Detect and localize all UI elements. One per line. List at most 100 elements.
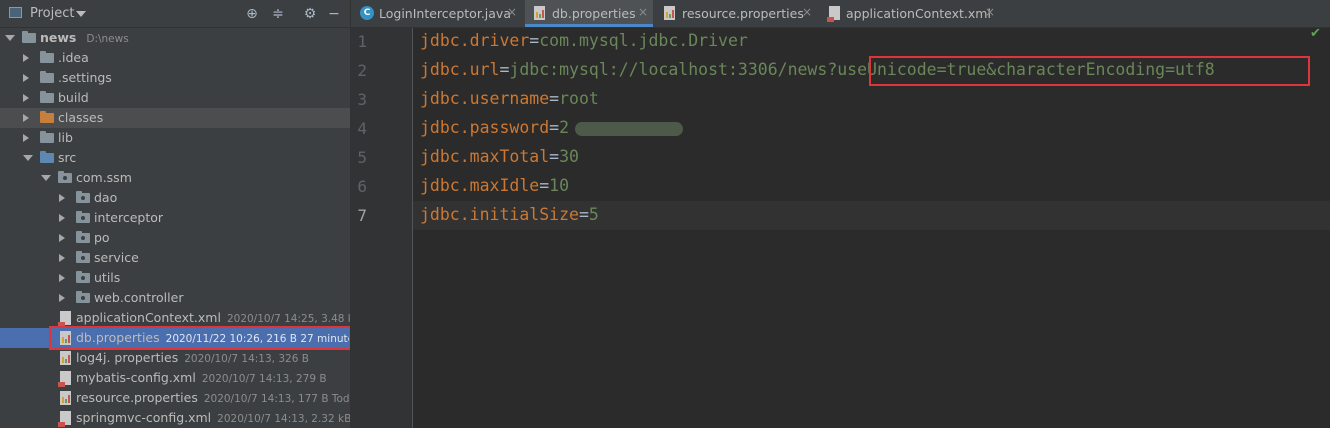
equals-sign: = bbox=[529, 31, 540, 50]
gear-icon[interactable]: ⚙ bbox=[302, 6, 318, 22]
inspection-ok-icon[interactable]: ✔ bbox=[1310, 26, 1321, 41]
tree-item-label: .settings bbox=[58, 70, 112, 85]
property-key: jdbc.maxIdle bbox=[420, 176, 540, 195]
equals-sign: = bbox=[539, 176, 550, 195]
property-key: jdbc.username bbox=[420, 89, 550, 108]
package-icon bbox=[76, 231, 90, 243]
tree-item-springmvc-config-xml[interactable]: springmvc-config.xml 2020/10/7 14:13, 2.3… bbox=[0, 408, 350, 428]
tree-item-label: com.ssm bbox=[76, 170, 132, 185]
code-line[interactable]: jdbc.maxIdle=10 bbox=[420, 176, 569, 195]
line-number: 4 bbox=[357, 119, 367, 138]
tree-item-label: build bbox=[58, 90, 89, 105]
chevron-right-icon[interactable] bbox=[23, 94, 29, 102]
chevron-right-icon[interactable] bbox=[23, 114, 29, 122]
hide-panel-icon[interactable]: − bbox=[326, 6, 342, 22]
tree-item-applicationcontext-xml[interactable]: applicationContext.xml 2020/10/7 14:25, 3… bbox=[0, 308, 350, 328]
tree-item-po[interactable]: po bbox=[0, 228, 350, 248]
locate-target-icon[interactable]: ⊕ bbox=[244, 6, 260, 22]
tree-item-src[interactable]: src bbox=[0, 148, 350, 168]
property-key: jdbc.url bbox=[420, 60, 500, 79]
chevron-down-icon[interactable] bbox=[76, 11, 86, 17]
collapse-all-icon[interactable]: ≑ bbox=[270, 6, 286, 22]
code-line[interactable]: jdbc.username=root bbox=[420, 89, 599, 108]
module-folder-icon bbox=[22, 31, 36, 43]
chevron-down-icon[interactable] bbox=[41, 175, 51, 181]
tree-item-settings[interactable]: .settings bbox=[0, 68, 350, 88]
line-number: 5 bbox=[357, 148, 367, 167]
code-line[interactable]: jdbc.maxTotal=30 bbox=[420, 147, 579, 166]
close-icon[interactable]: × bbox=[638, 5, 648, 19]
tab-label: applicationContext.xml bbox=[846, 6, 991, 21]
tab-db-properties[interactable]: db.properties × bbox=[525, 0, 653, 27]
tree-item-label: lib bbox=[58, 130, 73, 145]
project-window-icon bbox=[9, 7, 22, 18]
tree-item-idea[interactable]: .idea bbox=[0, 48, 350, 68]
xml-file-icon bbox=[827, 6, 840, 22]
property-key: jdbc.password bbox=[420, 118, 550, 137]
tree-item-com-ssm[interactable]: com.ssm bbox=[0, 168, 350, 188]
properties-file-icon bbox=[60, 391, 71, 405]
tree-item-utils[interactable]: utils bbox=[0, 268, 350, 288]
chevron-right-icon[interactable] bbox=[59, 214, 65, 222]
tree-item-label: interceptor bbox=[94, 210, 164, 225]
tree-item-label: dao bbox=[94, 190, 118, 205]
chevron-right-icon[interactable] bbox=[59, 254, 65, 262]
chevron-right-icon[interactable] bbox=[59, 274, 65, 282]
file-meta: 2020/10/7 14:13, 326 B bbox=[184, 353, 309, 365]
tree-item-lib[interactable]: lib bbox=[0, 128, 350, 148]
tree-item-interceptor[interactable]: interceptor bbox=[0, 208, 350, 228]
chevron-right-icon[interactable] bbox=[59, 234, 65, 242]
module-path: D:\news bbox=[86, 33, 129, 45]
line-number-current: 7 bbox=[357, 206, 367, 225]
property-key: jdbc.maxTotal bbox=[420, 147, 550, 166]
close-icon[interactable]: × bbox=[985, 5, 995, 19]
close-icon[interactable]: × bbox=[802, 5, 812, 19]
equals-sign: = bbox=[578, 205, 589, 224]
close-icon[interactable]: × bbox=[507, 5, 517, 19]
package-icon bbox=[76, 191, 90, 203]
tree-item-dao[interactable]: dao bbox=[0, 188, 350, 208]
property-value: 10 bbox=[549, 176, 570, 195]
chevron-down-icon[interactable] bbox=[5, 35, 15, 41]
chevron-right-icon[interactable] bbox=[23, 74, 29, 82]
redacted-password bbox=[575, 121, 684, 136]
chevron-right-icon[interactable] bbox=[59, 294, 65, 302]
property-value: 5 bbox=[588, 205, 599, 224]
tree-item-label: log4j. properties bbox=[76, 350, 179, 365]
tree-item-label: src bbox=[58, 150, 77, 165]
tree-item-log4j-properties[interactable]: log4j. properties 2020/10/7 14:13, 326 B bbox=[0, 348, 350, 368]
package-icon bbox=[76, 211, 90, 223]
chevron-down-icon[interactable] bbox=[23, 155, 33, 161]
tree-item-service[interactable]: service bbox=[0, 248, 350, 268]
properties-file-icon bbox=[534, 6, 545, 20]
tab-login-interceptor[interactable]: C LoginInterceptor.java × bbox=[351, 0, 523, 27]
project-panel-title[interactable]: Project bbox=[30, 6, 74, 21]
tree-item-resource-properties[interactable]: resource.properties 2020/10/7 14:13, 177 … bbox=[0, 388, 350, 408]
tree-item-label: po bbox=[94, 230, 110, 245]
tree-item-classes[interactable]: classes bbox=[0, 108, 350, 128]
tab-resource-properties[interactable]: resource.properties × bbox=[655, 0, 817, 27]
excluded-folder-icon bbox=[40, 111, 54, 123]
line-number: 2 bbox=[357, 61, 367, 80]
equals-sign: = bbox=[549, 89, 560, 108]
package-icon bbox=[76, 251, 90, 263]
tree-item-build[interactable]: build bbox=[0, 88, 350, 108]
property-value: root bbox=[559, 89, 599, 108]
tab-application-context-xml[interactable]: applicationContext.xml × bbox=[819, 0, 999, 27]
code-line[interactable]: jdbc.password=2 bbox=[420, 118, 684, 137]
package-icon bbox=[76, 291, 90, 303]
tree-item-news[interactable]: news D:\news bbox=[0, 28, 350, 48]
code-line[interactable]: jdbc.driver=com.mysql.jdbc.Driver bbox=[420, 31, 748, 50]
tree-item-web-controller[interactable]: web.controller bbox=[0, 288, 350, 308]
tree-item-label: news bbox=[40, 30, 77, 45]
tab-label: resource.properties bbox=[682, 6, 804, 21]
tree-item-label: resource.properties bbox=[76, 390, 198, 405]
chevron-right-icon[interactable] bbox=[23, 134, 29, 142]
chevron-right-icon[interactable] bbox=[23, 54, 29, 62]
tree-item-mybatis-config-xml[interactable]: mybatis-config.xml 2020/10/7 14:13, 279 B bbox=[0, 368, 350, 388]
highlight-box-file bbox=[49, 326, 350, 350]
property-key: jdbc.driver bbox=[420, 31, 530, 50]
chevron-right-icon[interactable] bbox=[59, 194, 65, 202]
properties-file-icon bbox=[664, 6, 675, 20]
code-line[interactable]: jdbc.initialSize=5 bbox=[420, 205, 599, 224]
